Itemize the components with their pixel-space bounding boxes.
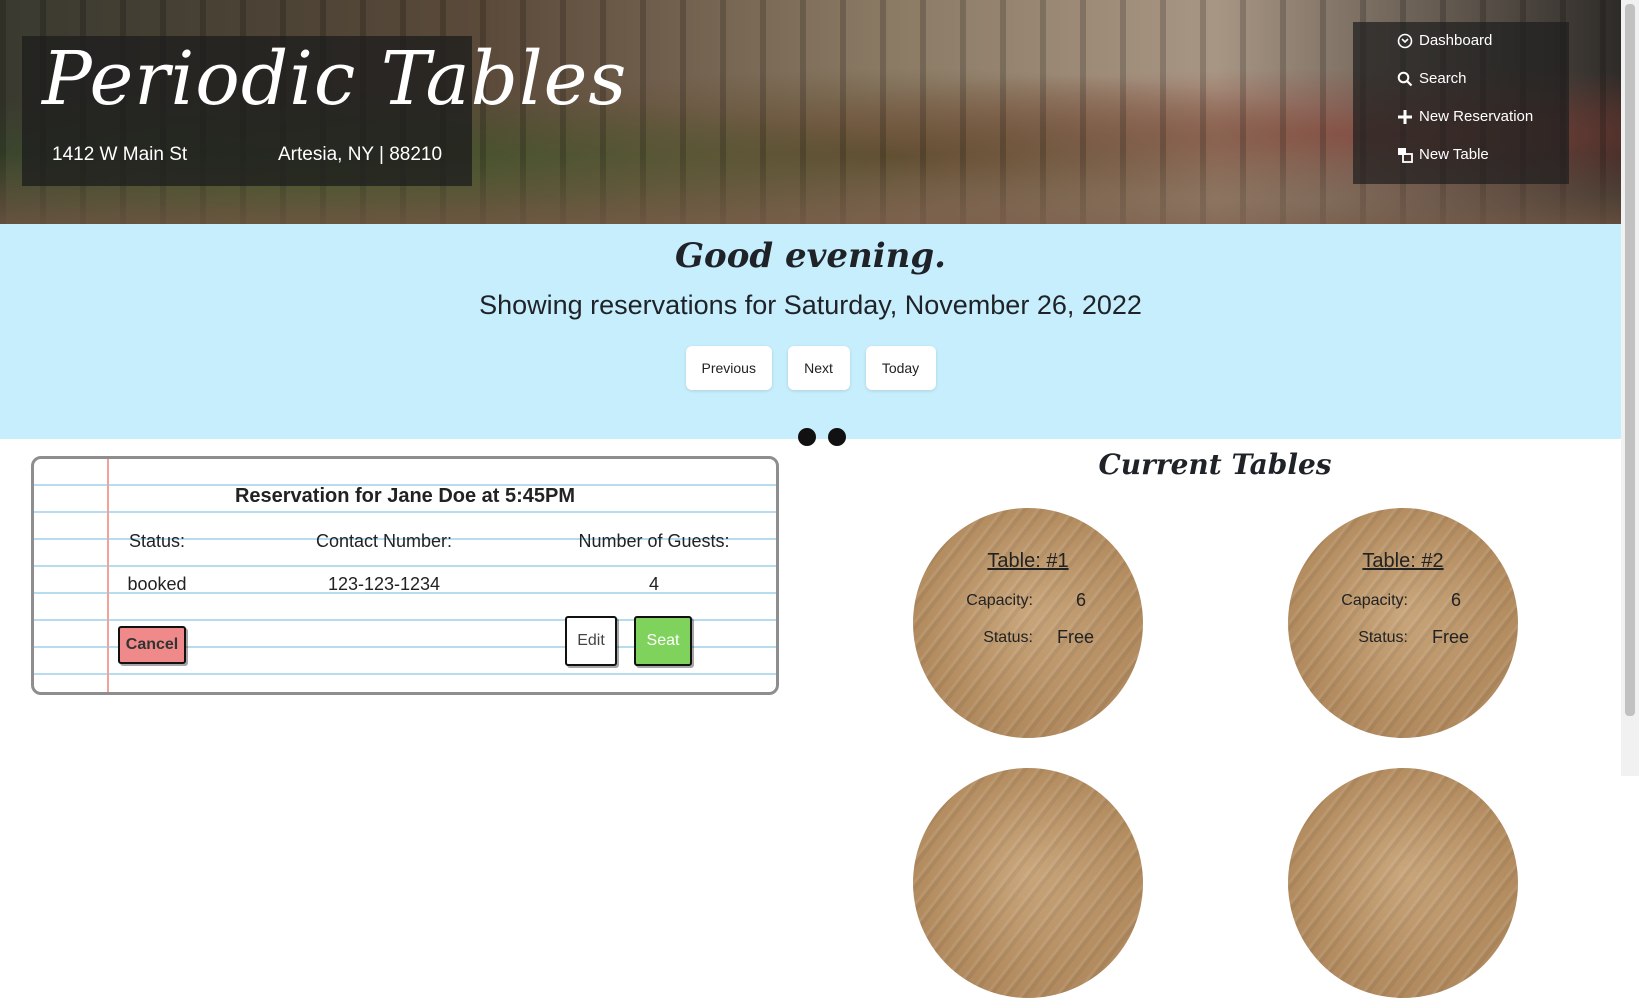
today-button[interactable]: Today <box>865 346 936 390</box>
contact-label: Contact Number: <box>315 531 453 551</box>
nav-search[interactable]: Search <box>1397 70 1467 87</box>
table-card: Table: #1 Capacity: 6 Status: Free <box>913 508 1143 738</box>
capacity-label: Capacity: <box>1341 592 1408 609</box>
previous-button[interactable]: Previous <box>685 346 772 390</box>
table-status-label: Status: <box>1358 629 1408 646</box>
greeting: Good evening. <box>675 236 946 276</box>
nav-dashboard-label: Dashboard <box>1419 32 1493 49</box>
capacity-value: 6 <box>1451 590 1462 610</box>
table-card: Table: #2 Capacity: 6 Status: Free <box>1288 508 1518 738</box>
nav-new-table-label: New Table <box>1419 146 1489 163</box>
nav-new-reservation[interactable]: New Reservation <box>1397 108 1533 125</box>
reservation-card: Reservation for Jane Doe at 5:45PM Statu… <box>31 456 779 695</box>
capacity-value: 6 <box>1076 590 1087 610</box>
capacity-label: Capacity: <box>966 592 1033 609</box>
table-status-value: Free <box>1057 627 1095 647</box>
edit-button[interactable]: Edit <box>565 616 617 666</box>
reservation-title: Reservation for Jane Doe at 5:45PM <box>234 485 576 507</box>
status-value: booked <box>127 574 187 594</box>
dot <box>798 428 816 446</box>
table-status-label: Status: <box>983 629 1033 646</box>
scrollbar-thumb[interactable] <box>1625 4 1635 716</box>
table-name: Table: #1 <box>987 550 1069 572</box>
date-heading: Showing reservations for Saturday, Novem… <box>479 290 1142 320</box>
search-icon <box>1397 71 1413 87</box>
contact-value: 123-123-1234 <box>327 574 441 594</box>
tables-heading: Current Tables <box>1098 448 1332 481</box>
brand-address: 1412 W Main St <box>52 144 188 165</box>
table-name: Table: #2 <box>1362 550 1444 572</box>
table-status-value: Free <box>1432 627 1470 647</box>
status-label: Status: <box>128 531 186 551</box>
guests-label: Number of Guests: <box>578 531 730 551</box>
nav-new-reservation-label: New Reservation <box>1419 108 1534 125</box>
main-nav: Dashboard Search New Reservation New Tab… <box>1353 22 1569 184</box>
date-nav-buttons: Previous Next Today <box>0 346 1621 390</box>
nav-dashboard[interactable]: Dashboard <box>1397 32 1492 49</box>
nav-new-table[interactable]: New Table <box>1397 146 1489 163</box>
table-card-partial <box>1288 768 1518 998</box>
brand-panel: Periodic Tables 1412 W Main St Artesia, … <box>22 36 626 186</box>
section-dots <box>798 428 846 446</box>
brand-title: Periodic Tables <box>42 36 628 122</box>
brand-city: Artesia, NY | 88210 <box>278 144 443 165</box>
nav-search-label: Search <box>1419 70 1467 87</box>
dot <box>828 428 846 446</box>
cancel-button[interactable]: Cancel <box>118 626 186 664</box>
dashboard-band: Good evening. Showing reservations for S… <box>0 224 1621 439</box>
table-card-partial <box>913 768 1143 998</box>
plus-icon <box>1397 109 1413 125</box>
page-scrollbar[interactable] <box>1621 0 1639 776</box>
guests-value: 4 <box>648 574 659 594</box>
seat-button[interactable]: Seat <box>634 616 692 666</box>
next-button[interactable]: Next <box>787 346 850 390</box>
dashboard-icon <box>1397 33 1413 49</box>
header-banner: Periodic Tables 1412 W Main St Artesia, … <box>0 0 1621 224</box>
new-table-icon <box>1397 147 1413 163</box>
